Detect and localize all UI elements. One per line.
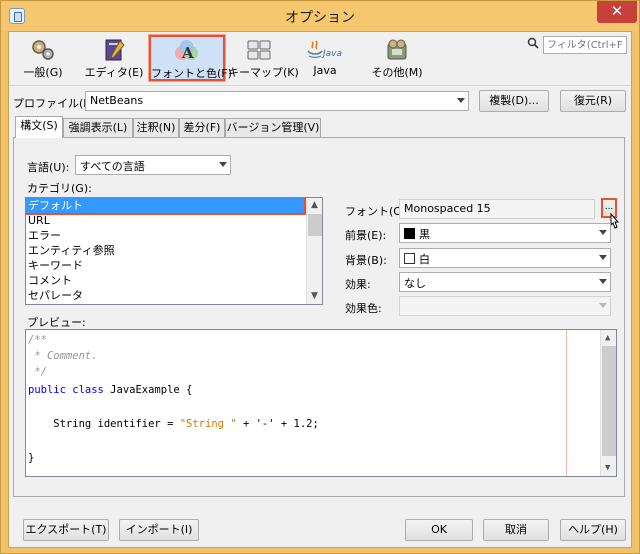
category-general[interactable]: 一般(G) — [15, 35, 71, 81]
code-keyword: public class — [28, 384, 104, 396]
foreground-label: 前景(E): — [345, 229, 387, 242]
chevron-down-icon — [599, 230, 607, 235]
cancel-button[interactable]: 取消 — [483, 519, 549, 541]
foreground-select[interactable]: 黒 — [399, 223, 611, 243]
background-select[interactable]: 白 — [399, 248, 611, 268]
toolbar-divider — [9, 85, 631, 86]
help-button[interactable]: ヘルプ(H) — [560, 519, 626, 541]
category-editor[interactable]: エディタ(E) — [81, 35, 147, 81]
window-title: オプション — [285, 10, 355, 26]
editor-icon — [101, 38, 127, 62]
code-line: */ — [28, 366, 47, 378]
profile-select[interactable]: NetBeans — [85, 91, 469, 111]
language-label: 言語(U): — [27, 161, 70, 174]
category-keymap[interactable]: キーマップ(K) — [227, 35, 299, 81]
tab-syntax[interactable]: 構文(S) — [15, 116, 63, 138]
export-button[interactable]: エクスポート(T) — [23, 519, 109, 541]
scroll-thumb[interactable] — [602, 346, 616, 456]
font-value: Monospaced 15 — [404, 202, 491, 215]
category-misc-label: その他(M) — [371, 66, 423, 79]
options-window: オプション ✕ 一般(G) エディタ(E) A フォントと色(F) キーマップ(… — [0, 0, 640, 554]
category-fonts-colors-label: フォントと色(F) — [151, 67, 232, 80]
chevron-down-icon — [599, 303, 607, 308]
chevron-down-icon[interactable]: ▼ — [311, 292, 319, 301]
category-list-scrollbar[interactable]: ▲ ▼ — [306, 198, 322, 304]
chevron-down-icon — [599, 255, 607, 260]
ok-button[interactable]: OK — [405, 519, 473, 541]
list-item[interactable]: コメント — [26, 273, 322, 288]
code-line: } — [28, 452, 35, 464]
list-item[interactable]: URL — [26, 213, 322, 228]
category-java[interactable]: Java Java — [301, 35, 349, 81]
code-line: String identifier = "String " + '-' + 1.… — [28, 418, 319, 430]
list-item[interactable]: キーワード — [26, 258, 322, 273]
tab-highlighting[interactable]: 強調表示(L) — [63, 118, 133, 137]
category-keymap-label: キーマップ(K) — [228, 66, 299, 79]
effect-select[interactable]: なし — [399, 272, 611, 292]
list-item[interactable]: エラー — [26, 228, 322, 243]
general-icon — [30, 38, 56, 62]
effect-label: 効果: — [345, 278, 371, 291]
java-icon: Java — [306, 38, 344, 62]
effect-color-select — [399, 296, 611, 316]
close-button[interactable]: ✕ — [597, 1, 637, 23]
code-text: String identifier = — [28, 418, 180, 430]
search-icon — [527, 37, 539, 49]
category-misc[interactable]: その他(M) — [365, 35, 429, 81]
tab-diff[interactable]: 差分(F) — [179, 118, 225, 137]
background-label: 背景(B): — [345, 254, 387, 267]
language-select[interactable]: すべての言語 — [75, 155, 231, 175]
code-text: + '-' + 1.2; — [236, 418, 319, 430]
list-item[interactable]: デフォルト — [26, 198, 306, 215]
code-line: * Comment. — [28, 350, 98, 362]
chevron-up-icon[interactable]: ▲ — [311, 201, 319, 210]
list-item[interactable]: セパレータ — [26, 288, 322, 303]
category-list[interactable]: デフォルト URL エラー エンティティ参照 キーワード コメント セパレータ … — [25, 197, 323, 305]
foreground-swatch — [404, 228, 415, 239]
duplicate-button[interactable]: 複製(D)... — [479, 90, 549, 112]
category-general-label: 一般(G) — [23, 66, 63, 79]
preview-label: プレビュー: — [27, 316, 86, 329]
import-button[interactable]: インポート(I) — [119, 519, 199, 541]
profile-value: NetBeans — [90, 94, 144, 107]
category-fonts-colors[interactable]: A フォントと色(F) — [149, 35, 232, 81]
scroll-thumb[interactable] — [308, 214, 322, 236]
list-item[interactable]: エンティティ参照 — [26, 243, 322, 258]
right-margin-line — [566, 330, 567, 476]
category-editor-label: エディタ(E) — [84, 66, 144, 79]
effect-color-label: 効果色: — [345, 302, 382, 315]
tab-annotations[interactable]: 注釈(N) — [133, 118, 179, 137]
preview-scrollbar[interactable]: ▲ ▼ — [600, 330, 616, 476]
effect-value: なし — [404, 277, 426, 290]
search-input[interactable] — [543, 36, 627, 54]
category-java-label: Java — [313, 64, 337, 77]
code-line: /** — [28, 334, 47, 346]
chevron-down-icon — [599, 279, 607, 284]
title-bar[interactable]: オプション ✕ — [1, 1, 639, 31]
misc-icon — [384, 38, 410, 62]
svg-text:A: A — [181, 44, 194, 62]
svg-text:Java: Java — [321, 49, 342, 59]
chevron-up-icon[interactable]: ▲ — [605, 334, 613, 343]
code-line: public class JavaExample { — [28, 384, 192, 396]
foreground-value: 黒 — [419, 228, 430, 241]
preview-pane[interactable]: /** * Comment. */ public class JavaExamp… — [25, 329, 617, 477]
dialog-body: 一般(G) エディタ(E) A フォントと色(F) キーマップ(K) Java … — [8, 31, 632, 548]
fonts-colors-icon: A — [174, 39, 200, 63]
restore-button[interactable]: 復元(R) — [560, 90, 626, 112]
font-field: Monospaced 15 — [399, 199, 595, 219]
code-string: "String " — [179, 418, 237, 430]
chevron-down-icon — [457, 98, 465, 103]
category-label: カテゴリ(G): — [27, 182, 92, 195]
chevron-down-icon — [219, 162, 227, 167]
language-value: すべての言語 — [80, 160, 145, 173]
background-swatch — [404, 253, 415, 264]
chevron-down-icon[interactable]: ▼ — [605, 464, 613, 473]
code-text: JavaExample { — [103, 384, 193, 396]
tab-versioning[interactable]: バージョン管理(V) — [225, 118, 321, 137]
background-value: 白 — [419, 253, 430, 266]
keymap-icon — [246, 38, 272, 62]
